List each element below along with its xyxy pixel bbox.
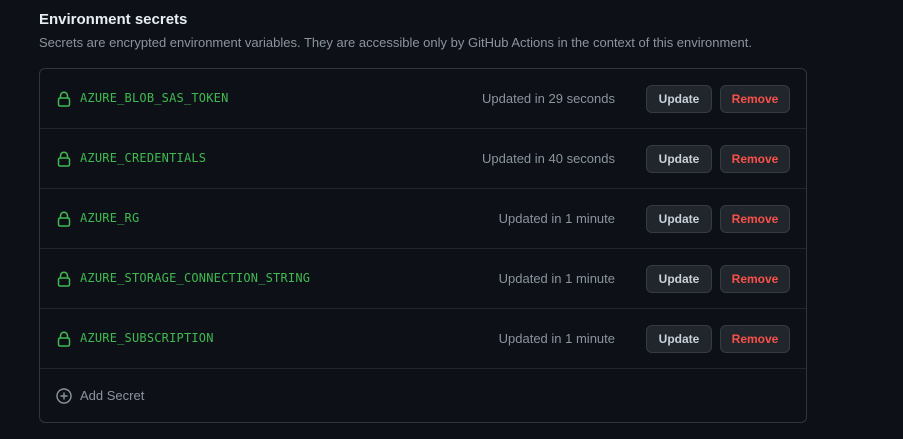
remove-button[interactable]: Remove bbox=[720, 265, 790, 293]
add-secret-button[interactable]: Add Secret bbox=[40, 369, 806, 422]
secret-row: AZURE_BLOB_SAS_TOKEN Updated in 29 secon… bbox=[40, 69, 806, 129]
update-button[interactable]: Update bbox=[646, 325, 712, 353]
secret-updated-time: Updated in 1 minute bbox=[498, 211, 615, 226]
update-button[interactable]: Update bbox=[646, 265, 712, 293]
secret-row: AZURE_RG Updated in 1 minute Update Remo… bbox=[40, 189, 806, 249]
secret-updated-time: Updated in 40 seconds bbox=[482, 151, 615, 166]
remove-button[interactable]: Remove bbox=[720, 145, 790, 173]
secret-name: AZURE_CREDENTIALS bbox=[80, 151, 207, 165]
remove-button[interactable]: Remove bbox=[720, 205, 790, 233]
section-title: Environment secrets bbox=[39, 11, 188, 28]
environment-secrets-section: Environment secrets Secrets are encrypte… bbox=[39, 0, 807, 423]
lock-icon bbox=[57, 331, 71, 347]
section-description: Secrets are encrypted environment variab… bbox=[39, 35, 752, 50]
secret-name: AZURE_RG bbox=[80, 211, 140, 225]
remove-button[interactable]: Remove bbox=[720, 85, 790, 113]
secret-row: AZURE_CREDENTIALS Updated in 40 seconds … bbox=[40, 129, 806, 189]
lock-icon bbox=[57, 91, 71, 107]
lock-icon bbox=[57, 151, 71, 167]
secret-row: AZURE_STORAGE_CONNECTION_STRING Updated … bbox=[40, 249, 806, 309]
remove-button[interactable]: Remove bbox=[720, 325, 790, 353]
secrets-list: AZURE_BLOB_SAS_TOKEN Updated in 29 secon… bbox=[39, 68, 807, 423]
secret-name: AZURE_SUBSCRIPTION bbox=[80, 331, 214, 345]
lock-icon bbox=[57, 211, 71, 227]
secret-updated-time: Updated in 29 seconds bbox=[482, 91, 615, 106]
update-button[interactable]: Update bbox=[646, 205, 712, 233]
secret-updated-time: Updated in 1 minute bbox=[498, 331, 615, 346]
lock-icon bbox=[57, 271, 71, 287]
secret-name: AZURE_STORAGE_CONNECTION_STRING bbox=[80, 271, 311, 285]
plus-circle-icon bbox=[56, 388, 72, 404]
add-secret-label: Add Secret bbox=[80, 388, 145, 403]
secret-row: AZURE_SUBSCRIPTION Updated in 1 minute U… bbox=[40, 309, 806, 369]
update-button[interactable]: Update bbox=[646, 145, 712, 173]
update-button[interactable]: Update bbox=[646, 85, 712, 113]
secret-name: AZURE_BLOB_SAS_TOKEN bbox=[80, 91, 229, 105]
secret-updated-time: Updated in 1 minute bbox=[498, 271, 615, 286]
